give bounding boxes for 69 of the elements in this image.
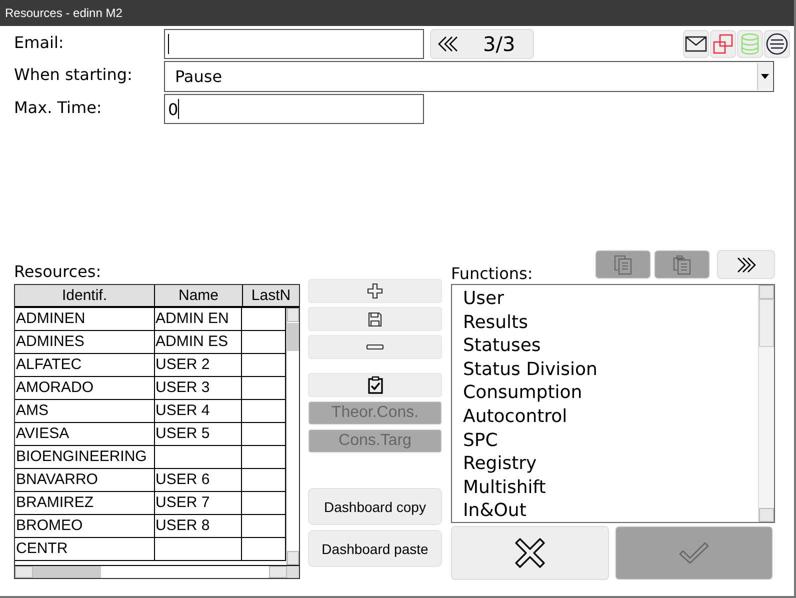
table-cell: CENTR [15,538,154,560]
clipboard-check-icon [368,376,382,394]
list-item[interactable]: Multishift [463,476,758,500]
table-cell: USER 7 [154,492,242,514]
table-cell: AMORADO [15,377,154,399]
save-button[interactable] [308,307,442,331]
list-item[interactable]: Registry [463,452,758,476]
envelope-icon [685,36,707,52]
minus-icon [366,344,384,350]
max-time-field[interactable]: 0 [164,94,424,124]
resources-label: Resources: [14,262,102,283]
copy-icon [614,254,632,274]
when-starting-label: When starting: [14,64,134,86]
table-cell: ADMIN EN [154,308,242,330]
database-icon [741,33,759,55]
double-chevron-left-icon [437,36,459,52]
clipboard-check-button[interactable] [308,373,442,397]
email-field[interactable] [164,29,424,59]
windows-button[interactable] [710,30,736,58]
double-chevron-right-icon [736,256,756,272]
when-starting-dropdown[interactable]: Pause [164,61,774,92]
table-cell: ADMINES [15,331,154,353]
max-time-label: Max. Time: [14,97,103,119]
list-item[interactable]: SPC [463,428,758,452]
dashboard-button[interactable]: Dashboard paste [308,530,442,567]
list-item[interactable]: Statuses [463,334,758,358]
column-header[interactable]: Identif. [15,285,155,306]
table-cell: BRAMIREZ [15,492,154,514]
menu-button[interactable] [764,30,790,58]
forward-button[interactable] [717,250,775,279]
table-cell: USER 6 [154,469,242,491]
table-cell: ALFATEC [15,354,154,376]
column-header[interactable]: LastN [243,285,299,306]
list-item[interactable]: Status Division [463,358,758,382]
table-cell: USER 8 [154,515,242,537]
functions-label: Functions: [451,264,533,284]
dashboard-button[interactable]: Dashboard copy [308,488,442,525]
overlapping-squares-icon [713,34,733,54]
list-item[interactable]: In&Out [463,499,758,522]
list-item[interactable]: Results [463,310,758,334]
list-item[interactable]: Consumption [463,381,758,405]
menu-icon [766,33,788,55]
cancel-button[interactable] [451,526,609,580]
table-cell: AVIESA [15,423,154,445]
window-title: Resources - edinn M2 [5,6,122,20]
table-cell: BIOENGINEERING [15,446,154,468]
dropdown-arrow-icon [761,74,769,79]
table-cell: BROMEO [15,515,154,537]
close-icon [514,537,546,569]
table-cell: ADMIN ES [154,331,242,353]
horizontal-scrollbar[interactable] [15,565,299,578]
list-item[interactable]: Autocontrol [463,404,758,429]
column-header[interactable]: Name [155,285,243,306]
vertical-scrollbar[interactable] [286,308,299,565]
table-cell: BNAVARRO [15,469,154,491]
table-cell: USER 4 [154,400,242,422]
email-label: Email: [14,32,65,54]
table-cell: USER 3 [154,377,242,399]
table-cell: AMS [15,400,154,422]
list-item[interactable]: User [463,287,758,311]
paste-icon [673,254,691,274]
pager-button[interactable]: 3/3 [430,29,534,59]
plus-icon [367,283,383,299]
table-cell: ADMINEN [15,308,154,330]
mail-button[interactable] [683,30,709,58]
checkmark-icon [678,541,710,565]
table-cell: USER 2 [154,354,242,376]
table-cell: USER 5 [154,423,242,445]
vertical-scrollbar[interactable] [758,285,774,522]
